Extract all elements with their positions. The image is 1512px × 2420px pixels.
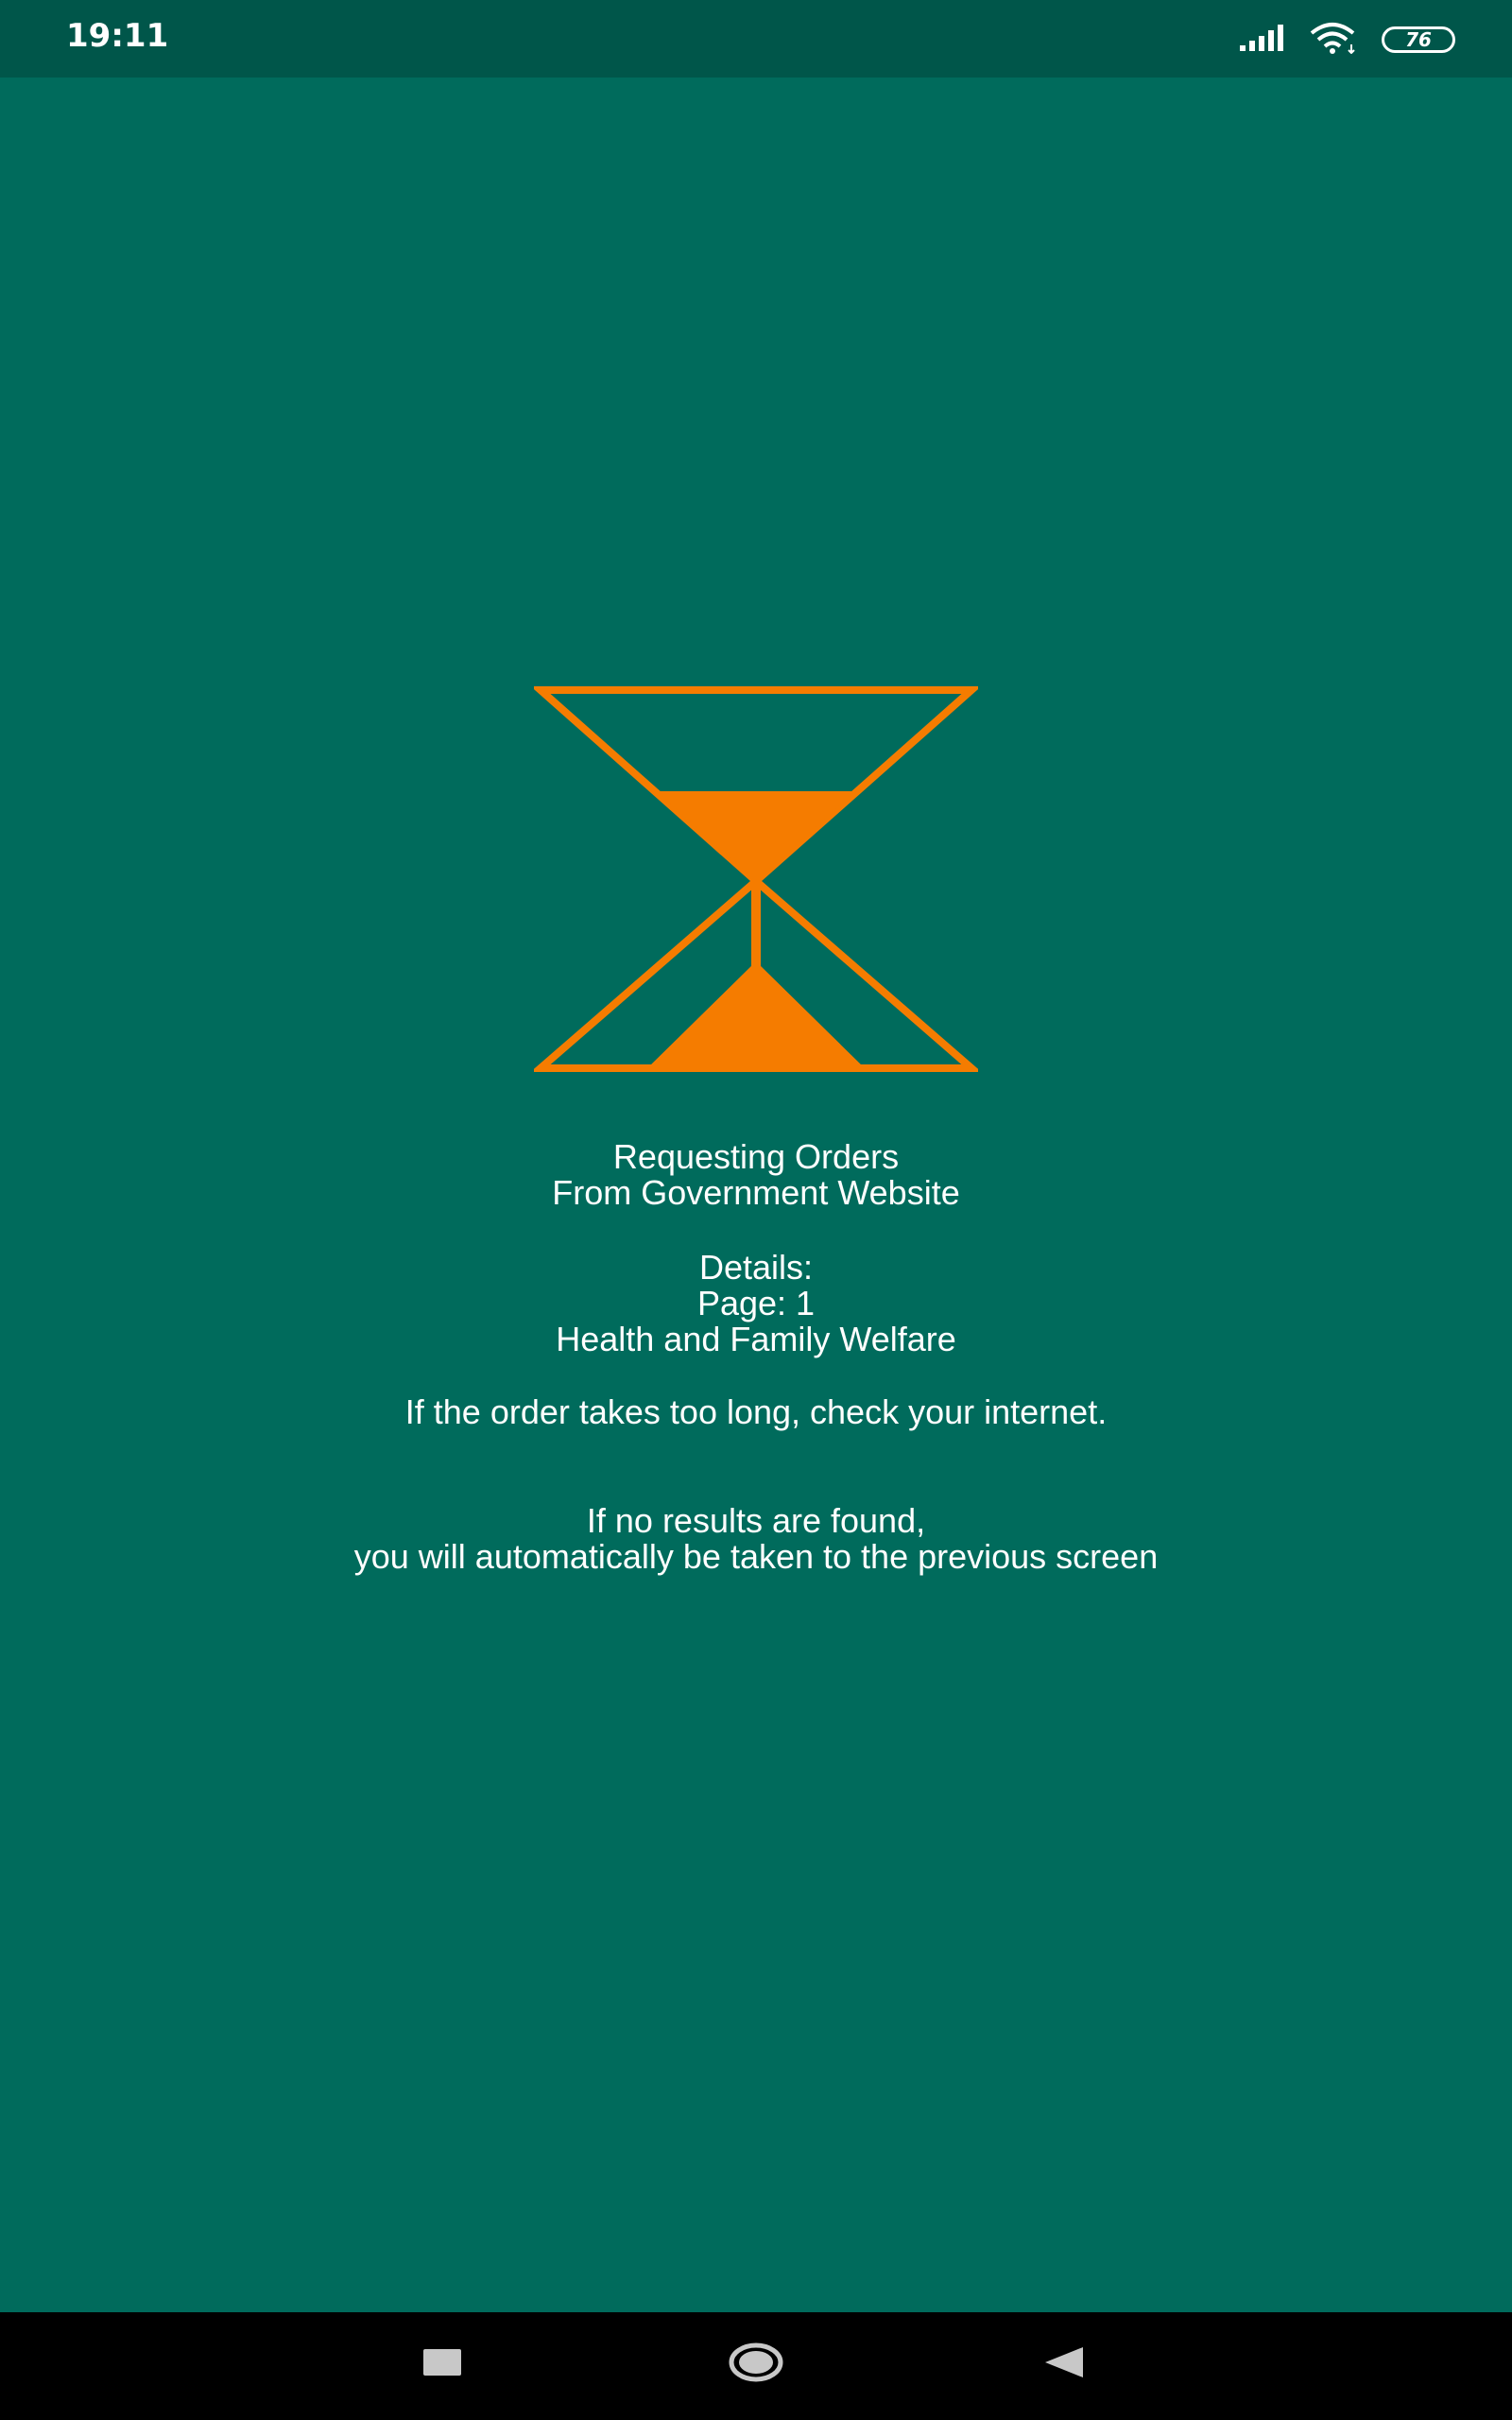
status-time: 19:11	[66, 17, 169, 55]
hourglass-icon	[530, 685, 982, 1079]
details-block: Details: Page: 1 Health and Family Welfa…	[0, 1250, 1512, 1357]
loading-screen: 19:11 76 Requesting Orders From Governme…	[0, 0, 1512, 2420]
back-icon	[1045, 2347, 1083, 2381]
request-title: Requesting Orders	[612, 1137, 900, 1176]
internet-warning: If the order takes too long, check your …	[0, 1394, 1512, 1430]
details-label: Details:	[698, 1248, 814, 1287]
request-source: From Government Website	[552, 1173, 960, 1212]
no-results-line1: If no results are found,	[586, 1501, 926, 1540]
department-name: Health and Family Welfare	[556, 1320, 956, 1358]
request-message: Requesting Orders From Government Websit…	[0, 1139, 1512, 1211]
recents-button[interactable]	[404, 2331, 480, 2397]
no-results-notice: If no results are found, you will automa…	[0, 1503, 1512, 1575]
home-button[interactable]	[718, 2331, 794, 2397]
warning-text: If the order takes too long, check your …	[404, 1392, 1108, 1431]
status-icons: 76	[1240, 21, 1455, 59]
home-icon	[728, 2342, 784, 2387]
battery-level: 76	[1405, 28, 1432, 51]
no-results-line2: you will automatically be taken to the p…	[353, 1537, 1159, 1576]
page-number: Page: 1	[696, 1284, 816, 1322]
wifi-icon	[1310, 22, 1359, 58]
battery-icon: 76	[1382, 26, 1455, 53]
back-button[interactable]	[1026, 2331, 1102, 2397]
status-bar: 19:11 76	[0, 0, 1512, 78]
navigation-bar	[0, 2312, 1512, 2420]
signal-icon	[1240, 25, 1287, 55]
recents-icon	[423, 2349, 461, 2379]
